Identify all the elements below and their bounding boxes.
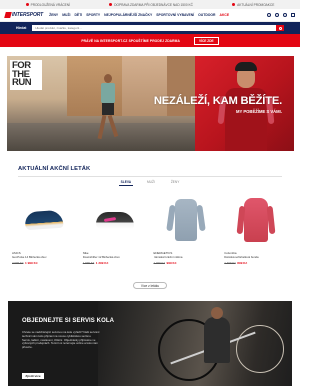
bike-service-description: Chcete se nadcházející sezónou na kole v… [22, 330, 100, 350]
hero-headline: NEZÁLEŽÍ, KAM BĚŽÍTE. MY POBĚŽÍME S VÁMI… [154, 95, 282, 114]
product-image [83, 190, 147, 250]
wishlist-icon[interactable] [275, 13, 279, 17]
bike-service-cta-button[interactable]: Zjistit více [22, 373, 44, 379]
cart-icon[interactable] [291, 13, 295, 17]
check-icon [109, 3, 113, 6]
product-card[interactable]: Columbia Dámská softshellová bunda 1 499… [221, 190, 291, 270]
tab-muzi[interactable]: MUŽI [145, 178, 157, 186]
mechanic-head [211, 307, 223, 319]
nav-item-deti[interactable]: DĚTI [74, 13, 82, 17]
product-old-price: 1 499 Kč [224, 261, 236, 265]
product-old-price: 1 499 Kč [153, 261, 165, 265]
info-item-label: PRODLOUŽENÁ VRÁCENÍ [30, 2, 70, 7]
product-name: Gel-Pulse 14 Běžecká obuv [12, 255, 47, 259]
product-sale-price: 999 Kč [166, 261, 177, 265]
logo-text: INTERSPORT [12, 12, 44, 18]
shoe-image [95, 211, 134, 229]
product-name: Downshifter 12 Běžecká obuv [82, 255, 120, 259]
promo-bar: PRÁVĚ NA INTERSPORT.CZ SPOUŠTÍME PRODEJ … [0, 34, 300, 47]
site-header: INTERSPORT ŽENY MUŽI DĚTI SPORTY NEJPOPU… [0, 9, 300, 22]
bike-service-title: OBJEDNEJTE SI SERVIS KOLA [22, 318, 115, 324]
hero-runner-figure [97, 74, 119, 142]
product-name: Dámská softshellová bunda [224, 255, 259, 259]
check-icon [25, 3, 29, 6]
product-name: Dámská funkční mikina [153, 255, 183, 259]
product-sale-price: 1 299 Kč [95, 261, 109, 265]
section-title: AKTUÁLNÍ AKČNÍ LETÁK [18, 166, 91, 172]
for-the-run-badge: FOR THE RUN [10, 60, 42, 90]
header-icons [267, 13, 295, 17]
more-from-leaflet-button[interactable]: Více z letáku [133, 282, 167, 289]
product-card[interactable]: ENERGETICS Dámská funkční mikina 1 499 K… [151, 190, 221, 270]
tab-sleva[interactable]: SLEVA [118, 178, 134, 186]
mechanic-figure [204, 317, 230, 363]
jacket-image [244, 198, 269, 242]
product-old-price: 2 999 Kč [12, 261, 24, 265]
promo-cta-button[interactable]: VÍCE ZDE [193, 36, 219, 45]
search-button[interactable] [276, 25, 284, 31]
product-image [154, 190, 218, 250]
hero-banner[interactable]: FOR THE RUN NEZÁLEŽÍ, KAM BĚŽÍTE. MY POB… [7, 56, 294, 151]
product-sale-price: 899 Kč [237, 261, 248, 265]
site-logo[interactable]: INTERSPORT [4, 12, 44, 18]
main-nav: ŽENY MUŽI DĚTI SPORTY NEJPOPULÁRNĚJŠÍ ZN… [49, 13, 229, 17]
hero-title: NEZÁLEŽÍ, KAM BĚŽÍTE. [153, 95, 282, 107]
product-carousel: ASICS Gel-Pulse 14 Běžecká obuv 2 999 Kč… [9, 190, 291, 270]
search-bar: Hledat [0, 22, 300, 34]
info-item[interactable]: AKTUÁLNÍ PROMOAKCE [232, 3, 274, 7]
check-icon [232, 3, 236, 6]
info-item-label: DOPRAVA ZDARMA PŘI OBJEDNÁVCE NAD 1500 K… [114, 2, 193, 7]
hero-subtitle: MY POBĚŽÍME S VÁMI. [236, 109, 282, 114]
product-card[interactable]: Nike Downshifter 12 Běžecká obuv 1 999 K… [80, 190, 150, 270]
info-item[interactable]: DOPRAVA ZDARMA PŘI OBJEDNÁVCE NAD 1500 K… [109, 3, 193, 7]
search-input[interactable] [32, 25, 276, 31]
store-locator-icon[interactable] [267, 13, 271, 17]
nav-item-akce[interactable]: AKCE [220, 13, 230, 17]
badge-line: RUN [12, 77, 32, 88]
nav-item-muzi[interactable]: MUŽI [62, 13, 70, 17]
info-item[interactable]: PRODLOUŽENÁ VRÁCENÍ [25, 2, 70, 7]
tab-zeny[interactable]: ŽENY [169, 178, 182, 186]
product-old-price: 1 999 Kč [82, 261, 95, 265]
nav-item-znacky[interactable]: NEJPOPULÁRNĚJŠÍ ZNAČKY [104, 13, 152, 17]
logo-mark-icon [4, 12, 12, 18]
promo-text: PRÁVĚ NA INTERSPORT.CZ SPOUŠTÍME PRODEJ … [81, 38, 180, 43]
product-image [224, 190, 288, 250]
info-item-label: AKTUÁLNÍ PROMOAKCE [237, 2, 275, 7]
nav-item-outdoor[interactable]: OUTDOOR [198, 13, 215, 17]
product-image [12, 190, 76, 250]
leaflet-filter-tabs: SLEVA MUŽI ŽENY [0, 178, 300, 186]
shoe-image [24, 209, 64, 231]
product-sale-price: 1 999 Kč [25, 261, 38, 265]
product-card[interactable]: ASICS Gel-Pulse 14 Běžecká obuv 2 999 Kč… [9, 190, 79, 270]
search-label: Hledat [16, 26, 27, 30]
bike-wheel [236, 325, 284, 373]
section-divider [18, 176, 282, 177]
bike-service-banner[interactable]: OBJEDNEJTE SI SERVIS KOLA Chcete se nadc… [8, 301, 292, 386]
shirt-image [174, 199, 197, 241]
search-icon [278, 26, 282, 30]
user-icon[interactable] [283, 13, 287, 17]
nav-item-vybaveni[interactable]: SPORTOVNÍ VYBAVENÍ [156, 13, 194, 17]
nav-item-sporty[interactable]: SPORTY [86, 13, 100, 17]
info-bar: PRODLOUŽENÁ VRÁCENÍ DOPRAVA ZDARMA PŘI O… [0, 0, 300, 9]
nav-item-zeny[interactable]: ŽENY [49, 13, 58, 17]
